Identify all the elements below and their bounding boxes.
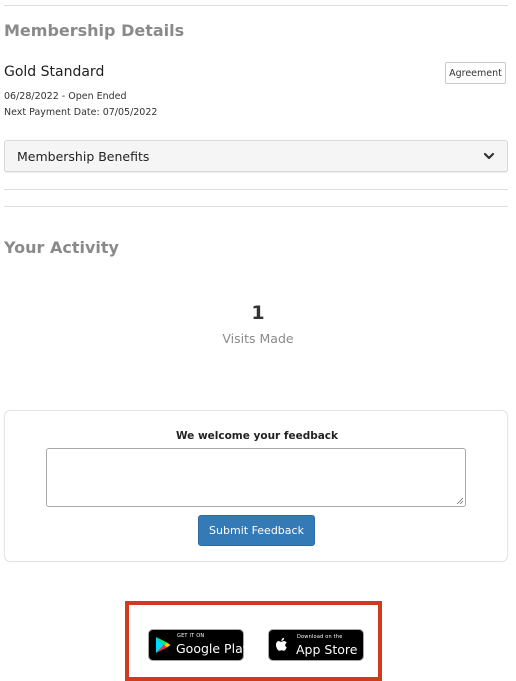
app-store-big-text: App Store (296, 642, 358, 657)
google-play-big-text: Google Play (176, 641, 251, 656)
submit-feedback-button[interactable]: Submit Feedback (198, 515, 315, 546)
app-store-badge[interactable]: Download on the App Store (268, 629, 364, 661)
visits-count: 1 (251, 302, 265, 324)
app-badges-highlight: GET IT ON Google Play Download on the Ap… (125, 601, 382, 681)
feedback-title: We welcome your feedback (175, 430, 339, 442)
membership-date-range: 06/28/2022 - Open Ended (4, 91, 127, 102)
membership-benefits-label: Membership Benefits (17, 149, 150, 164)
chevron-down-icon (483, 152, 495, 160)
plan-name: Gold Standard (4, 64, 105, 80)
app-store-small-text: Download on the (297, 634, 343, 640)
section-divider (4, 189, 508, 190)
visits-label: Visits Made (222, 331, 294, 346)
next-payment-date: Next Payment Date: 07/05/2022 (4, 107, 158, 118)
google-play-small-text: GET IT ON (177, 633, 205, 639)
google-play-badge[interactable]: GET IT ON Google Play (148, 629, 250, 661)
apple-icon (276, 637, 287, 651)
section-divider (4, 206, 508, 207)
feedback-card: We welcome your feedback Submit Feedback (4, 410, 508, 562)
agreement-button[interactable]: Agreement (445, 62, 506, 84)
membership-details-heading: Membership Details (4, 21, 185, 40)
resize-grip-icon[interactable] (456, 497, 463, 504)
your-activity-heading: Your Activity (4, 238, 119, 257)
google-play-icon (156, 637, 171, 653)
top-divider (4, 5, 508, 6)
membership-benefits-accordion[interactable]: Membership Benefits (4, 140, 508, 172)
feedback-textarea[interactable] (46, 448, 466, 507)
